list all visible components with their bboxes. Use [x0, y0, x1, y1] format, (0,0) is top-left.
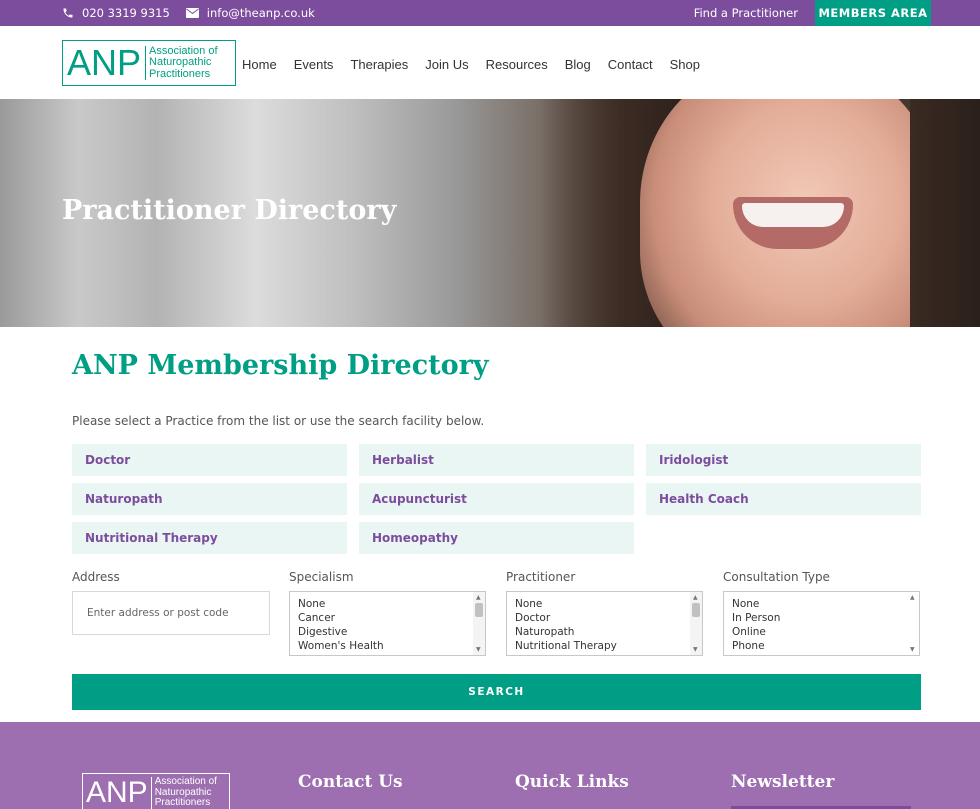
practice-naturopath[interactable]: Naturopath: [72, 483, 347, 515]
footer-quick-links-heading: Quick Links: [515, 772, 629, 792]
practice-herbalist[interactable]: Herbalist: [359, 444, 634, 476]
consultation-scrollbar[interactable]: ▲ ▼: [907, 592, 919, 655]
site-logo[interactable]: ANP Association of Naturopathic Practiti…: [62, 40, 236, 86]
specialism-option[interactable]: Women's Health: [298, 639, 485, 653]
intro-text: Please select a Practice from the list o…: [72, 414, 485, 428]
hero-banner: Practitioner Directory: [0, 99, 980, 327]
consultation-option[interactable]: None: [732, 597, 919, 611]
footer-logo[interactable]: ANP Association of Naturopathic Practiti…: [82, 773, 230, 809]
footer-logo-text: Association of Naturopathic Practitioner…: [150, 777, 217, 809]
scroll-up-icon[interactable]: ▲: [693, 594, 698, 601]
hero-title: Practitioner Directory: [62, 195, 397, 226]
scroll-down-icon[interactable]: ▼: [910, 646, 915, 653]
nav-contact[interactable]: Contact: [608, 57, 653, 72]
specialism-option[interactable]: Cancer: [298, 611, 485, 625]
footer-newsletter-heading: Newsletter: [731, 772, 835, 792]
phone-icon: [63, 8, 73, 18]
practitioner-scrollbar[interactable]: ▲ ▼: [690, 592, 702, 655]
address-input[interactable]: Enter address or post code: [72, 591, 270, 635]
specialism-select[interactable]: None Cancer Digestive Women's Health ▲ ▼: [289, 591, 486, 656]
specialism-option[interactable]: None: [298, 597, 485, 611]
consultation-option[interactable]: Phone: [732, 639, 919, 653]
nav-therapies[interactable]: Therapies: [350, 57, 408, 72]
email-address: info@theanp.co.uk: [206, 6, 315, 20]
footer-contact-heading: Contact Us: [298, 772, 403, 792]
practitioner-option[interactable]: Naturopath: [515, 625, 702, 639]
address-label: Address: [72, 570, 120, 584]
find-practitioner-link[interactable]: Find a Practitioner: [694, 0, 798, 26]
consultation-option[interactable]: Online: [732, 625, 919, 639]
specialism-label: Specialism: [289, 570, 354, 584]
practitioner-label: Practitioner: [506, 570, 576, 584]
envelope-icon: [185, 8, 199, 18]
practitioner-option[interactable]: Nutritional Therapy: [515, 639, 702, 653]
hero-image-teeth: [742, 203, 844, 227]
specialism-option[interactable]: Digestive: [298, 625, 485, 639]
practice-iridologist[interactable]: Iridologist: [646, 444, 921, 476]
nav-join-us[interactable]: Join Us: [425, 57, 468, 72]
practice-homeopathy[interactable]: Homeopathy: [359, 522, 634, 554]
top-bar: 020 3319 9315 info@theanp.co.uk Find a P…: [0, 0, 980, 26]
consultation-option[interactable]: In Person: [732, 611, 919, 625]
members-area-button[interactable]: MEMBERS AREA: [815, 0, 931, 26]
hero-image-hair-right: [910, 99, 980, 327]
nav-resources[interactable]: Resources: [486, 57, 548, 72]
logo-abbr: ANP: [67, 42, 142, 83]
nav-shop[interactable]: Shop: [670, 57, 700, 72]
logo-text: Association of Naturopathic Practitioner…: [145, 45, 218, 81]
nav-blog[interactable]: Blog: [565, 57, 591, 72]
scroll-up-icon[interactable]: ▲: [476, 594, 481, 601]
practitioner-option[interactable]: Doctor: [515, 611, 702, 625]
specialism-scrollbar[interactable]: ▲ ▼: [473, 592, 485, 655]
practice-nutritional-therapy[interactable]: Nutritional Therapy: [72, 522, 347, 554]
consultation-type-select[interactable]: None In Person Online Phone ▲ ▼: [723, 591, 920, 656]
practice-health-coach[interactable]: Health Coach: [646, 483, 921, 515]
practitioner-option[interactable]: None: [515, 597, 702, 611]
main-nav: Home Events Therapies Join Us Resources …: [242, 57, 717, 72]
nav-events[interactable]: Events: [294, 57, 334, 72]
practice-doctor[interactable]: Doctor: [72, 444, 347, 476]
scroll-up-icon[interactable]: ▲: [910, 594, 915, 601]
practitioner-select[interactable]: None Doctor Naturopath Nutritional Thera…: [506, 591, 703, 656]
footer-logo-abbr: ANP: [86, 776, 148, 809]
nav-home[interactable]: Home: [242, 57, 277, 72]
scrollbar-thumb[interactable]: [692, 603, 700, 617]
scrollbar-thumb[interactable]: [475, 603, 483, 617]
consultation-type-label: Consultation Type: [723, 570, 830, 584]
scroll-down-icon[interactable]: ▼: [693, 646, 698, 653]
scroll-down-icon[interactable]: ▼: [476, 646, 481, 653]
contact-info: 020 3319 9315 info@theanp.co.uk: [62, 0, 331, 26]
page-title: ANP Membership Directory: [72, 350, 489, 381]
practice-acupuncturist[interactable]: Acupuncturist: [359, 483, 634, 515]
phone-number: 020 3319 9315: [82, 6, 170, 20]
phone-link[interactable]: 020 3319 9315: [62, 6, 170, 20]
email-link[interactable]: info@theanp.co.uk: [185, 6, 315, 20]
search-button[interactable]: SEARCH: [72, 674, 921, 710]
